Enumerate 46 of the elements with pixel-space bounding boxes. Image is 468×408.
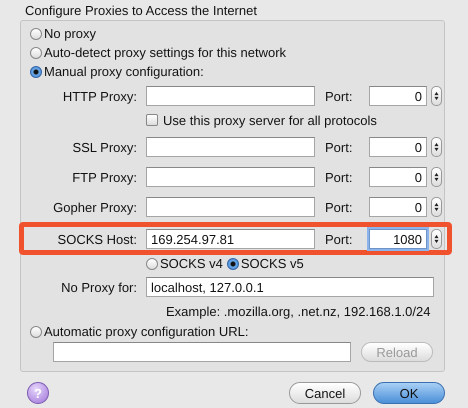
- radio-label[interactable]: No proxy: [44, 26, 96, 41]
- field-label: HTTP Proxy:: [62, 88, 137, 104]
- radio-button[interactable]: [30, 28, 42, 40]
- stepper-icon[interactable]: [431, 229, 442, 249]
- stepper-icon[interactable]: [431, 86, 442, 106]
- field-label: No Proxy for:: [60, 280, 137, 294]
- host-field[interactable]: [146, 86, 315, 106]
- host-field[interactable]: [146, 137, 315, 157]
- port-field[interactable]: 0: [369, 137, 427, 157]
- host-field[interactable]: [146, 197, 315, 217]
- port-label: Port:: [325, 232, 354, 246]
- dialog-title: Configure Proxies to Access the Internet: [25, 3, 258, 19]
- radio-label[interactable]: SOCKS v5: [240, 256, 304, 271]
- host-field[interactable]: 169.254.97.81: [146, 229, 315, 249]
- field-label: Gopher Proxy:: [52, 200, 137, 214]
- radio-label[interactable]: Auto-detect proxy settings for this network: [44, 45, 286, 60]
- cancel-button[interactable]: Cancel: [289, 382, 361, 404]
- no-proxy-field[interactable]: localhost, 127.0.0.1: [146, 277, 434, 297]
- field-label: SSL Proxy:: [71, 140, 137, 154]
- port-field[interactable]: 1080: [369, 229, 427, 249]
- url-field[interactable]: [53, 342, 351, 362]
- radio-button[interactable]: [226, 258, 239, 270]
- port-label: Port:: [325, 200, 354, 214]
- radio-button[interactable]: [30, 66, 42, 78]
- radio-button[interactable]: [30, 326, 42, 338]
- port-label: Port:: [325, 170, 354, 184]
- port-field[interactable]: 0: [369, 197, 427, 217]
- radio-label[interactable]: Automatic proxy configuration URL:: [44, 324, 248, 339]
- checkbox-label[interactable]: Use this proxy server for all protocols: [163, 112, 377, 128]
- example-text: Example: .mozilla.org, .net.nz, 192.168.1.0/24: [165, 303, 432, 321]
- host-field[interactable]: [146, 167, 315, 187]
- stepper-icon[interactable]: [431, 197, 442, 217]
- stepper-icon[interactable]: [431, 167, 442, 187]
- radio-label[interactable]: Manual proxy configuration:: [44, 64, 204, 79]
- port-label: Port:: [325, 88, 354, 104]
- checkbox[interactable]: [146, 114, 158, 126]
- field-label: SOCKS Host:: [56, 232, 137, 246]
- stepper-icon[interactable]: [431, 137, 442, 157]
- radio-button[interactable]: [30, 46, 42, 58]
- port-field[interactable]: 0: [369, 167, 427, 187]
- field-label: FTP Proxy:: [71, 170, 137, 184]
- port-field[interactable]: 0: [369, 86, 427, 106]
- radio-label[interactable]: SOCKS v4: [160, 256, 223, 271]
- radio-button[interactable]: [146, 258, 158, 270]
- ok-button[interactable]: OK: [373, 382, 445, 404]
- port-label: Port:: [325, 140, 354, 154]
